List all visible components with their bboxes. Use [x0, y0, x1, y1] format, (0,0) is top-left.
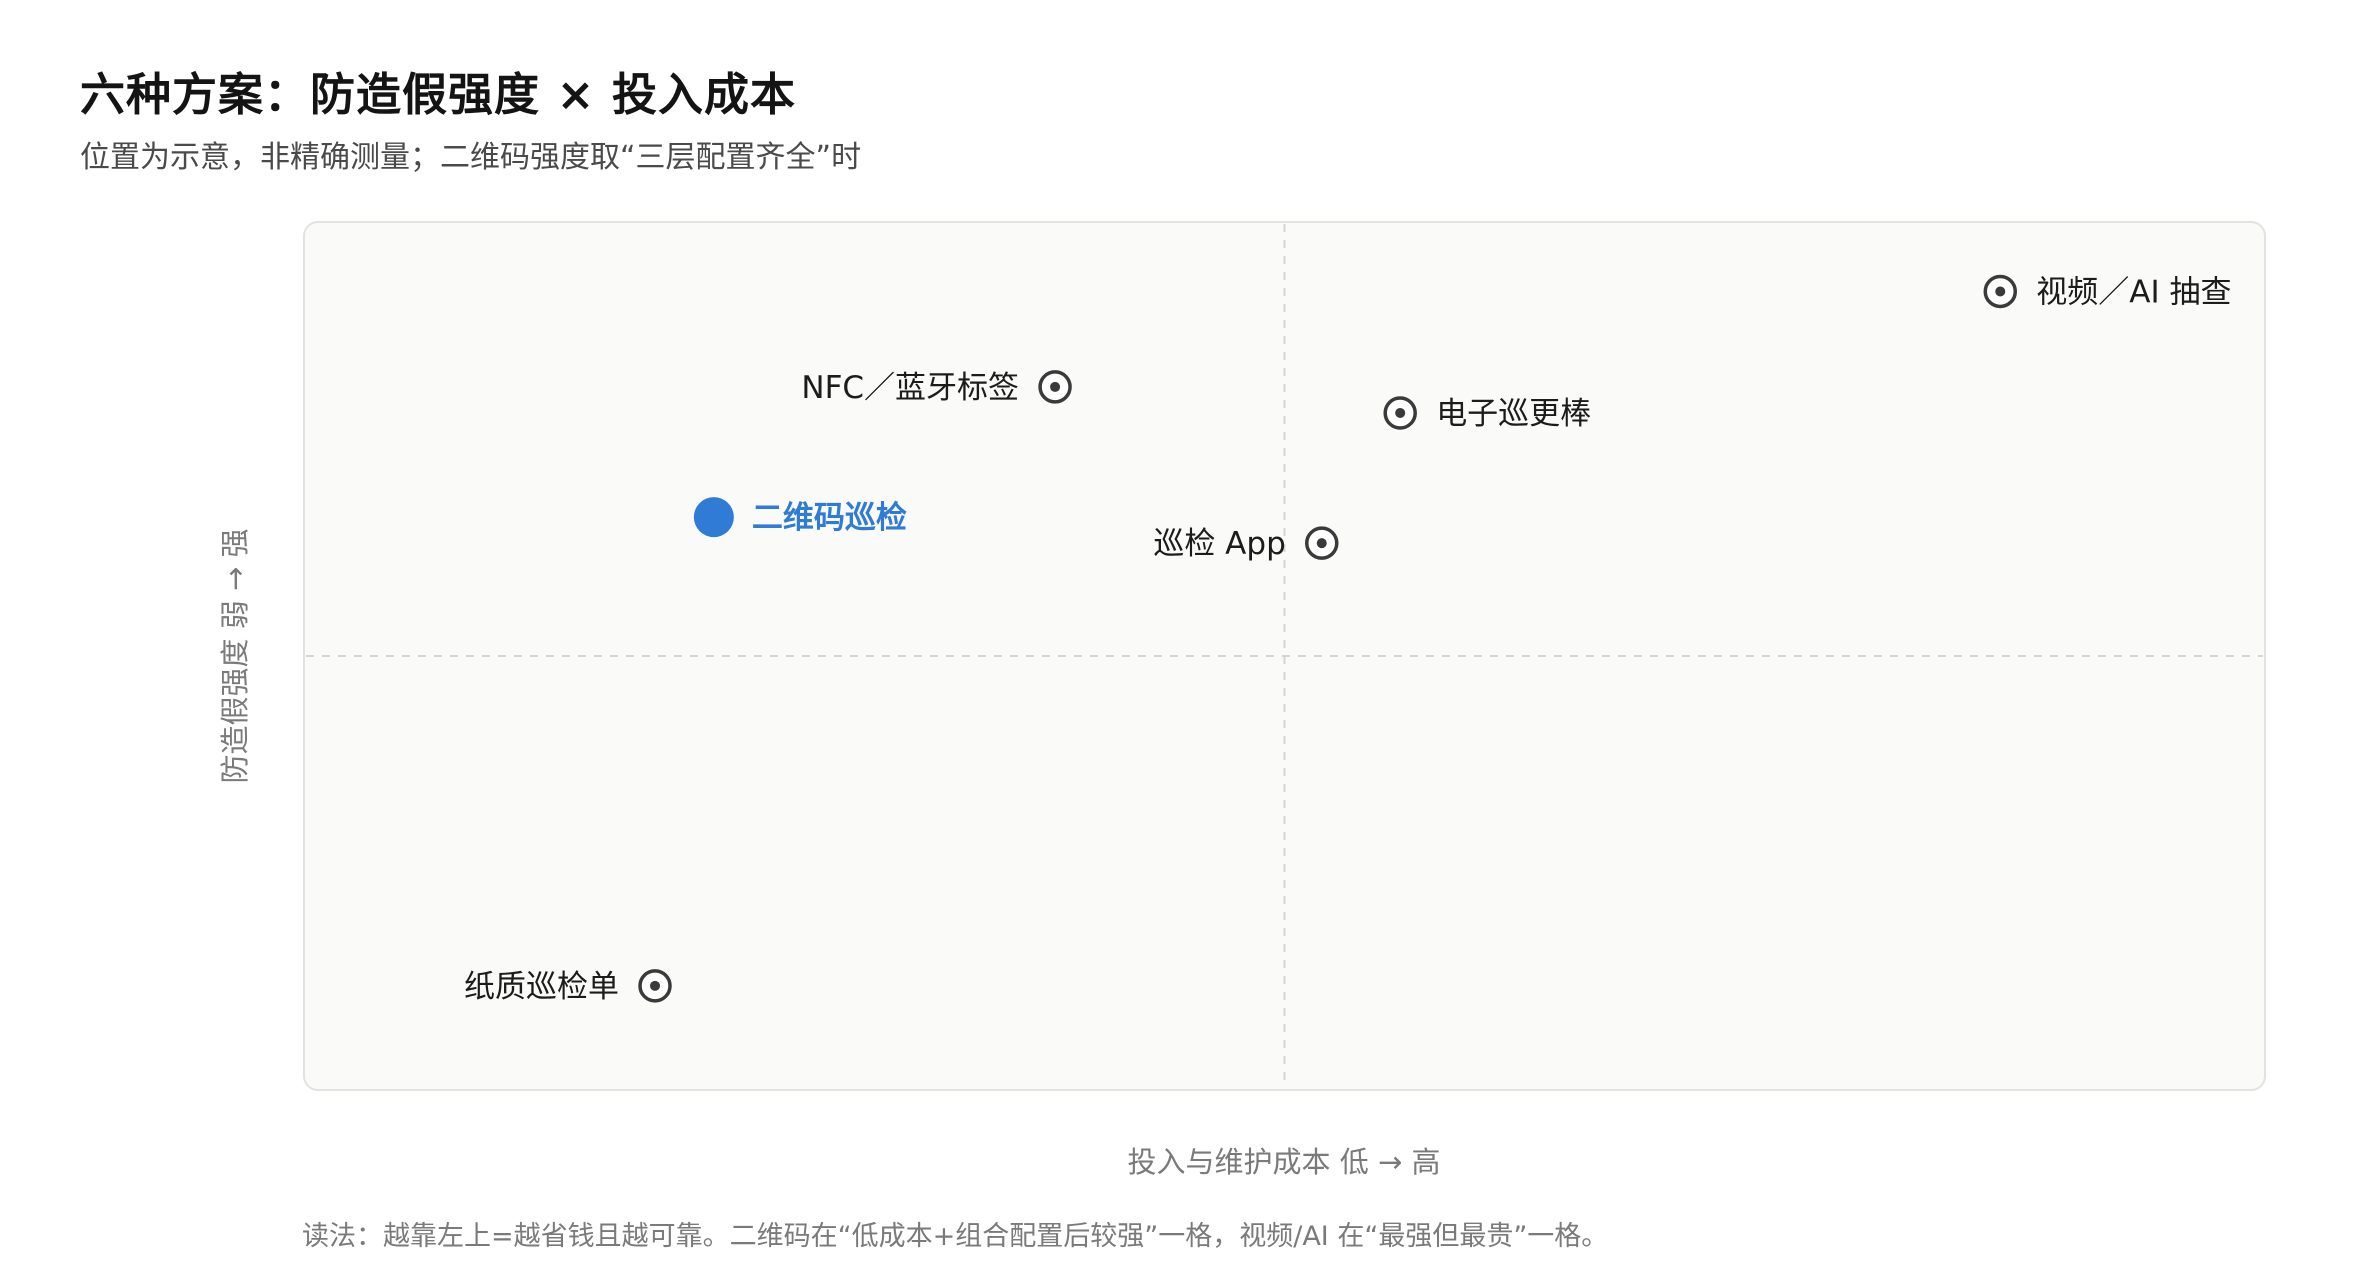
x-axis-label: 投入与维护成本 低 → 高: [1128, 1145, 1441, 1179]
scatter-chart: 视频／AI 抽查 NFC／蓝牙标签电子巡更棒二维码巡检巡检 App 纸质巡检单 投入…: [218, 221, 2266, 1179]
data-point-label: NFC／蓝牙标签: [801, 370, 1019, 406]
filled-circle-icon: [693, 497, 734, 538]
reading-note: 读法：越靠左上=越省钱且越可靠。二维码在“低成本+组合配置后较强”一格，视频/A…: [302, 1221, 1609, 1252]
data-point-label: 电子巡更棒: [1436, 396, 1591, 432]
y-axis-label: 防造假强度 弱 → 强: [218, 529, 252, 784]
data-point-label: 二维码巡检: [752, 500, 907, 536]
ring-dot-icon: [1038, 370, 1072, 404]
data-point-label: 巡检 App: [1153, 526, 1285, 562]
data-point: 二维码巡检: [693, 497, 907, 538]
ring-dot-icon: [1983, 274, 2018, 309]
ring-dot-icon: [1383, 396, 1417, 430]
data-point-label: 纸质巡检单: [464, 969, 619, 1005]
ring-dot-icon: [1305, 526, 1339, 560]
ring-dot-icon: [638, 969, 672, 1003]
data-point-label: 视频／AI 抽查: [2036, 274, 2231, 310]
